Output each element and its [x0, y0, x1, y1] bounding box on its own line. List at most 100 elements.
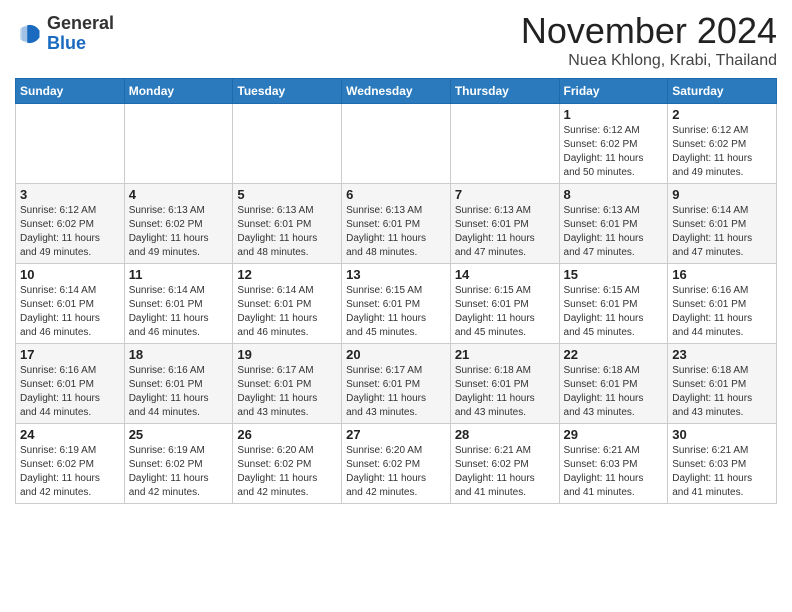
day-number: 2	[672, 107, 772, 122]
day-number: 26	[237, 427, 337, 442]
day-header-wednesday: Wednesday	[342, 79, 451, 104]
calendar-week-1: 1 Sunrise: 6:12 AM Sunset: 6:02 PM Daylig…	[16, 104, 777, 184]
location-title: Nuea Khlong, Krabi, Thailand	[521, 52, 777, 70]
day-number: 10	[20, 267, 120, 282]
day-info: Sunrise: 6:16 AM Sunset: 6:01 PM Dayligh…	[129, 364, 229, 420]
calendar-cell: 7 Sunrise: 6:13 AM Sunset: 6:01 PM Daylig…	[450, 184, 559, 264]
calendar-cell: 14 Sunrise: 6:15 AM Sunset: 6:01 PM Dayli…	[450, 264, 559, 344]
logo-icon	[15, 20, 43, 48]
day-number: 25	[129, 427, 229, 442]
day-info: Sunrise: 6:14 AM Sunset: 6:01 PM Dayligh…	[237, 284, 337, 340]
day-header-sunday: Sunday	[16, 79, 125, 104]
calendar-cell: 1Sunrise: 6:12 AM Sunset: 6:02 PM Daylig…	[559, 104, 668, 184]
day-header-friday: Friday	[559, 79, 668, 104]
calendar-cell: 17 Sunrise: 6:16 AM Sunset: 6:01 PM Dayli…	[16, 344, 125, 424]
day-info: Sunrise: 6:13 AM Sunset: 6:01 PM Dayligh…	[237, 204, 337, 260]
month-title: November 2024	[521, 10, 777, 52]
day-info: Sunrise: 6:14 AM Sunset: 6:01 PM Dayligh…	[20, 284, 120, 340]
calendar-cell: 11 Sunrise: 6:14 AM Sunset: 6:01 PM Dayli…	[124, 264, 233, 344]
calendar-cell: 12 Sunrise: 6:14 AM Sunset: 6:01 PM Dayli…	[233, 264, 342, 344]
calendar-cell	[124, 104, 233, 184]
day-number: 16	[672, 267, 772, 282]
calendar-cell: 27Sunrise: 6:20 AM Sunset: 6:02 PM Dayli…	[342, 424, 451, 504]
day-info: Sunrise: 6:17 AM Sunset: 6:01 PM Dayligh…	[237, 364, 337, 420]
day-number: 12	[237, 267, 337, 282]
logo-general-text: General	[47, 13, 114, 33]
day-number: 7	[455, 187, 555, 202]
day-number: 29	[564, 427, 664, 442]
day-info: Sunrise: 6:16 AM Sunset: 6:01 PM Dayligh…	[672, 284, 772, 340]
day-number: 3	[20, 187, 120, 202]
day-info: Sunrise: 6:12 AM Sunset: 6:02 PM Dayligh…	[20, 204, 120, 260]
calendar-cell: 9Sunrise: 6:14 AM Sunset: 6:01 PM Daylig…	[668, 184, 777, 264]
calendar-cell	[233, 104, 342, 184]
day-info: Sunrise: 6:19 AM Sunset: 6:02 PM Dayligh…	[129, 444, 229, 500]
calendar-cell: 16 Sunrise: 6:16 AM Sunset: 6:01 PM Dayli…	[668, 264, 777, 344]
calendar-cell: 4Sunrise: 6:13 AM Sunset: 6:02 PM Daylig…	[124, 184, 233, 264]
day-info: Sunrise: 6:15 AM Sunset: 6:01 PM Dayligh…	[346, 284, 446, 340]
day-number: 5	[237, 187, 337, 202]
calendar-cell: 20 Sunrise: 6:17 AM Sunset: 6:01 PM Dayli…	[342, 344, 451, 424]
calendar-cell: 2 Sunrise: 6:12 AM Sunset: 6:02 PM Daylig…	[668, 104, 777, 184]
day-info: Sunrise: 6:18 AM Sunset: 6:01 PM Dayligh…	[672, 364, 772, 420]
day-number: 6	[346, 187, 446, 202]
logo: General Blue	[15, 14, 114, 54]
calendar-cell: 15Sunrise: 6:15 AM Sunset: 6:01 PM Dayli…	[559, 264, 668, 344]
day-info: Sunrise: 6:20 AM Sunset: 6:02 PM Dayligh…	[237, 444, 337, 500]
day-info: Sunrise: 6:13 AM Sunset: 6:01 PM Dayligh…	[564, 204, 664, 260]
calendar-cell: 3 Sunrise: 6:12 AM Sunset: 6:02 PM Daylig…	[16, 184, 125, 264]
calendar-cell: 25 Sunrise: 6:19 AM Sunset: 6:02 PM Dayli…	[124, 424, 233, 504]
day-number: 17	[20, 347, 120, 362]
calendar-cell: 24 Sunrise: 6:19 AM Sunset: 6:02 PM Dayli…	[16, 424, 125, 504]
day-number: 24	[20, 427, 120, 442]
day-info: Sunrise: 6:21 AM Sunset: 6:03 PM Dayligh…	[672, 444, 772, 500]
day-info: Sunrise: 6:14 AM Sunset: 6:01 PM Dayligh…	[129, 284, 229, 340]
calendar-cell: 18 Sunrise: 6:16 AM Sunset: 6:01 PM Dayli…	[124, 344, 233, 424]
day-info: Sunrise: 6:12 AM Sunset: 6:02 PM Dayligh…	[672, 124, 772, 180]
day-number: 11	[129, 267, 229, 282]
day-number: 22	[564, 347, 664, 362]
day-header-tuesday: Tuesday	[233, 79, 342, 104]
title-block: November 2024 Nuea Khlong, Krabi, Thaila…	[521, 10, 777, 70]
day-info: Sunrise: 6:18 AM Sunset: 6:01 PM Dayligh…	[455, 364, 555, 420]
calendar-week-5: 24 Sunrise: 6:19 AM Sunset: 6:02 PM Dayli…	[16, 424, 777, 504]
day-info: Sunrise: 6:21 AM Sunset: 6:03 PM Dayligh…	[564, 444, 664, 500]
calendar-cell: 13 Sunrise: 6:15 AM Sunset: 6:01 PM Dayli…	[342, 264, 451, 344]
day-info: Sunrise: 6:21 AM Sunset: 6:02 PM Dayligh…	[455, 444, 555, 500]
calendar-cell: 8 Sunrise: 6:13 AM Sunset: 6:01 PM Daylig…	[559, 184, 668, 264]
calendar-cell: 21 Sunrise: 6:18 AM Sunset: 6:01 PM Dayli…	[450, 344, 559, 424]
calendar-cell: 30 Sunrise: 6:21 AM Sunset: 6:03 PM Dayli…	[668, 424, 777, 504]
logo-blue-text: Blue	[47, 33, 86, 53]
calendar-week-4: 17 Sunrise: 6:16 AM Sunset: 6:01 PM Dayli…	[16, 344, 777, 424]
day-info: Sunrise: 6:18 AM Sunset: 6:01 PM Dayligh…	[564, 364, 664, 420]
calendar-cell: 23Sunrise: 6:18 AM Sunset: 6:01 PM Dayli…	[668, 344, 777, 424]
day-number: 20	[346, 347, 446, 362]
day-number: 21	[455, 347, 555, 362]
calendar-cell: 29 Sunrise: 6:21 AM Sunset: 6:03 PM Dayli…	[559, 424, 668, 504]
day-info: Sunrise: 6:13 AM Sunset: 6:01 PM Dayligh…	[455, 204, 555, 260]
day-info: Sunrise: 6:16 AM Sunset: 6:01 PM Dayligh…	[20, 364, 120, 420]
day-number: 9	[672, 187, 772, 202]
calendar-week-2: 3 Sunrise: 6:12 AM Sunset: 6:02 PM Daylig…	[16, 184, 777, 264]
calendar-cell: 5 Sunrise: 6:13 AM Sunset: 6:01 PM Daylig…	[233, 184, 342, 264]
day-info: Sunrise: 6:17 AM Sunset: 6:01 PM Dayligh…	[346, 364, 446, 420]
day-number: 14	[455, 267, 555, 282]
day-info: Sunrise: 6:13 AM Sunset: 6:01 PM Dayligh…	[346, 204, 446, 260]
calendar-cell: 6 Sunrise: 6:13 AM Sunset: 6:01 PM Daylig…	[342, 184, 451, 264]
day-number: 27	[346, 427, 446, 442]
calendar-cell	[16, 104, 125, 184]
day-number: 28	[455, 427, 555, 442]
calendar-week-3: 10 Sunrise: 6:14 AM Sunset: 6:01 PM Dayli…	[16, 264, 777, 344]
day-number: 13	[346, 267, 446, 282]
day-info: Sunrise: 6:15 AM Sunset: 6:01 PM Dayligh…	[564, 284, 664, 340]
day-header-monday: Monday	[124, 79, 233, 104]
day-number: 30	[672, 427, 772, 442]
day-number: 1	[564, 107, 664, 122]
calendar-cell: 19Sunrise: 6:17 AM Sunset: 6:01 PM Dayli…	[233, 344, 342, 424]
calendar-cell	[342, 104, 451, 184]
calendar-cell	[450, 104, 559, 184]
day-number: 18	[129, 347, 229, 362]
day-info: Sunrise: 6:19 AM Sunset: 6:02 PM Dayligh…	[20, 444, 120, 500]
day-number: 8	[564, 187, 664, 202]
day-info: Sunrise: 6:15 AM Sunset: 6:01 PM Dayligh…	[455, 284, 555, 340]
